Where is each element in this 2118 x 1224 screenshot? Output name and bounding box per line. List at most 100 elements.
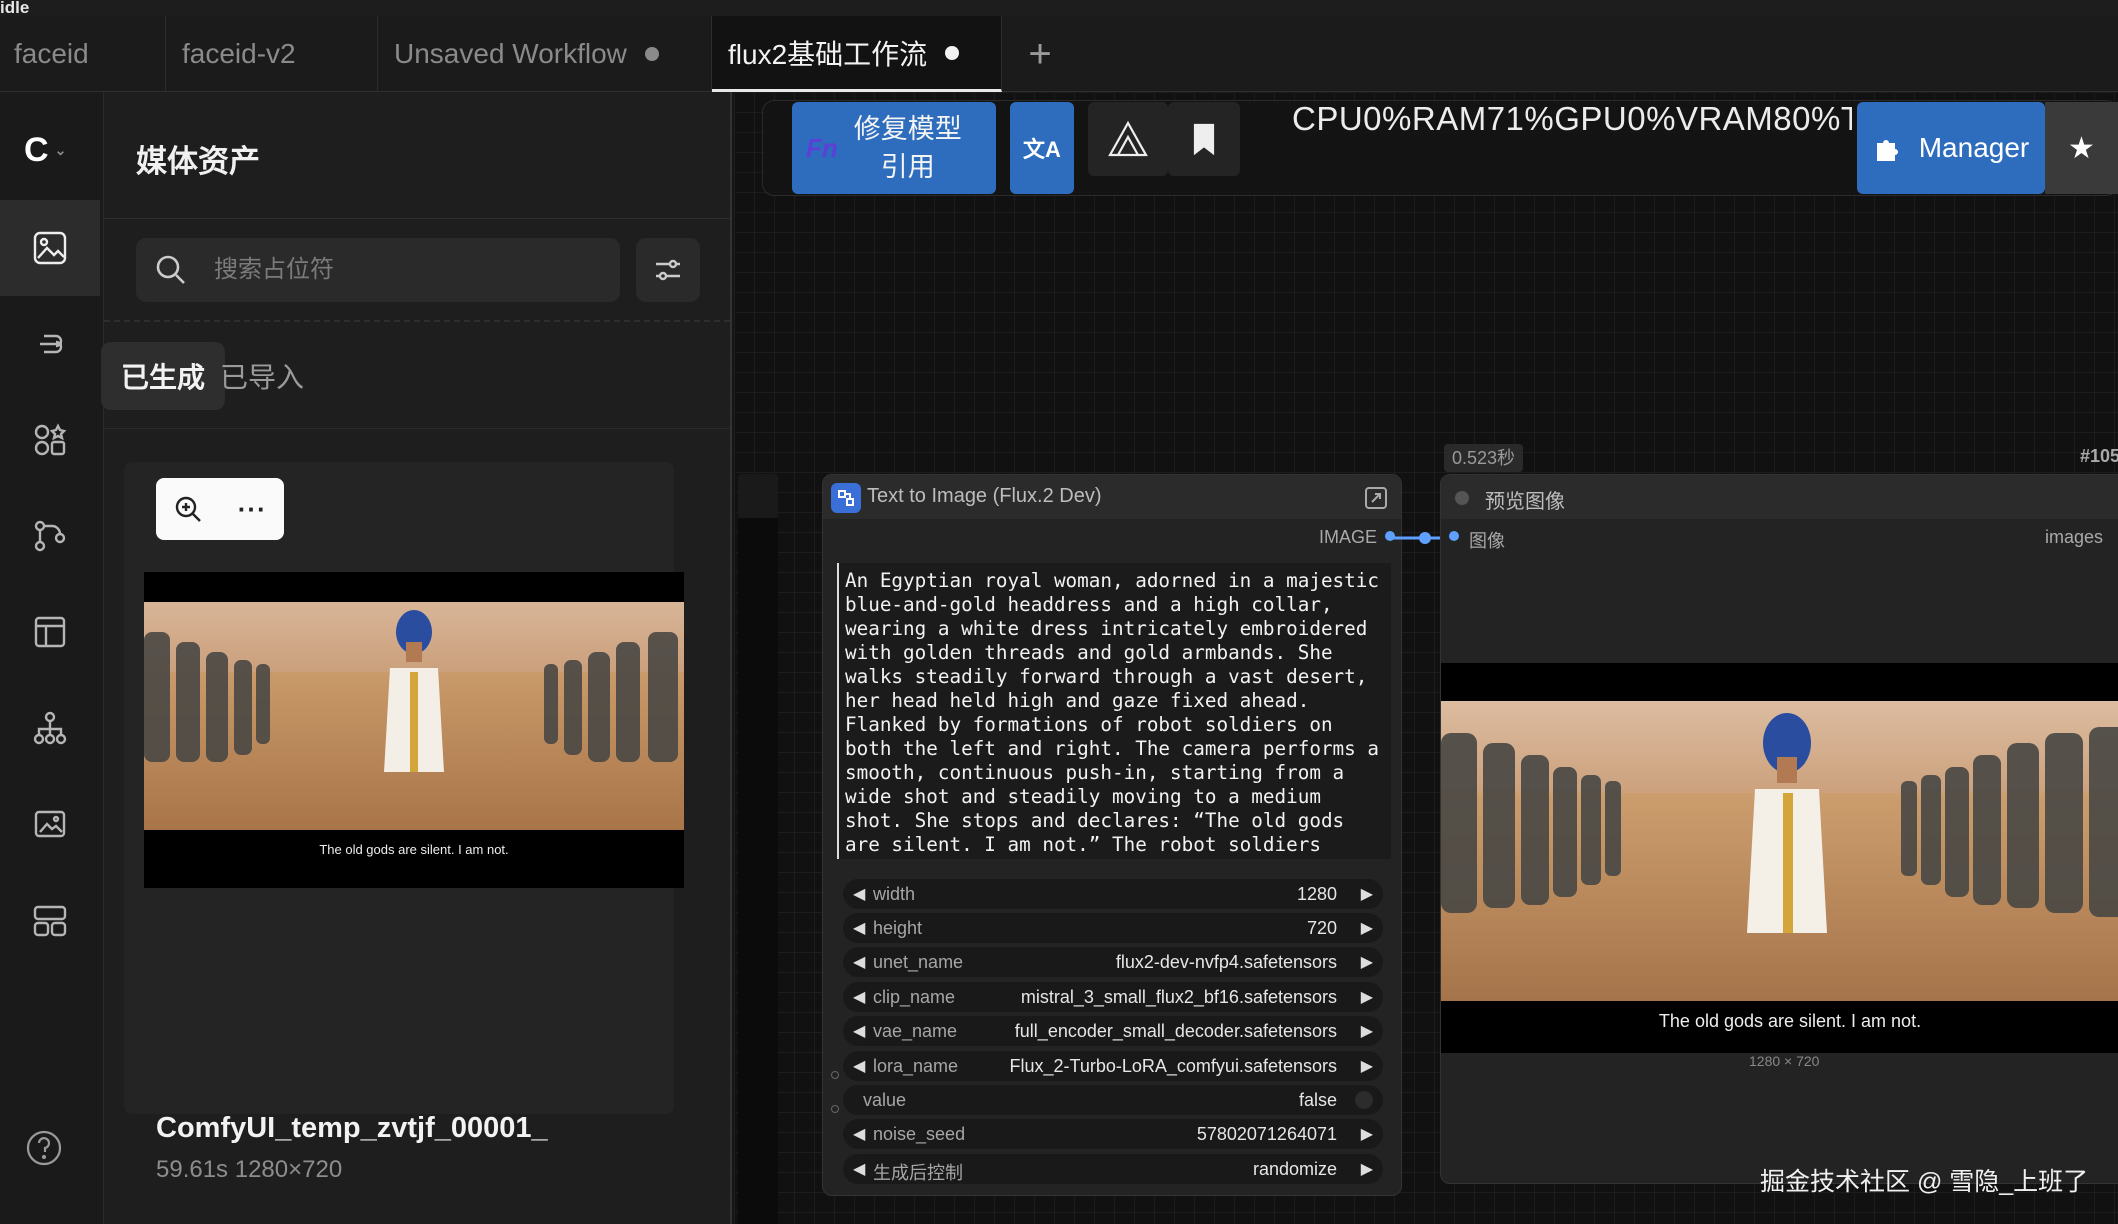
layout-icon [33, 905, 67, 937]
bookmark-button[interactable] [1168, 102, 1240, 176]
repair-model-refs-button[interactable]: Fn 修复模型 引用 [792, 102, 996, 194]
widget-value: flux2-dev-nvfp4.safetensors [1115, 952, 1337, 972]
increment-icon[interactable]: ▶ [1361, 1124, 1373, 1144]
fn-icon: Fn [806, 132, 838, 163]
triangle-tool-button[interactable] [1088, 102, 1168, 176]
sidebar-item-media-assets[interactable] [0, 200, 100, 296]
asset-thumbnail[interactable]: The old gods are silent. I am not. [144, 572, 684, 888]
sidebar-item-templates[interactable] [0, 680, 100, 776]
translate-button[interactable]: 文A [1010, 102, 1074, 194]
favorite-button[interactable]: ★ [2045, 102, 2118, 194]
toggle-switch[interactable] [1355, 1091, 1373, 1109]
repair-label-line1: 修复模型 [853, 114, 962, 144]
resource-monitor: CPU0%RAM71%GPU0%VRAM80%T [1292, 100, 1852, 137]
help-button[interactable] [24, 1128, 64, 1168]
preview-image[interactable]: The old gods are silent. I am not. [1441, 663, 2118, 1053]
sidebar-item-image-gallery[interactable] [0, 776, 100, 872]
input-slot-label: 图像 [1469, 531, 1505, 551]
widget-height[interactable]: ◀ height 720 ▶ [843, 913, 1383, 943]
widget-lora-name[interactable]: ◀ lora_name Flux_2-Turbo-LoRA_comfyui.safe… [843, 1051, 1383, 1081]
filter-button[interactable] [636, 238, 700, 302]
increment-icon[interactable]: ▶ [1361, 884, 1373, 904]
decrement-icon[interactable]: ◀ [853, 918, 865, 938]
image-gallery-icon [34, 810, 66, 838]
widget-name: noise_seed [873, 1124, 966, 1144]
next-icon[interactable]: ▶ [1361, 987, 1373, 1007]
star-icon: ★ [2068, 131, 2095, 165]
decrement-icon[interactable]: ◀ [853, 1124, 865, 1144]
sidebar-item-workflows[interactable] [0, 584, 100, 680]
tab-unsaved-workflow[interactable]: Unsaved Workflow [378, 16, 712, 92]
widget-unet-name[interactable]: ◀ unet_name flux2-dev-nvfp4.safetensors ▶ [843, 947, 1383, 977]
widget-value: false [1298, 1090, 1337, 1110]
tab-label: 已导入 [220, 362, 305, 393]
prev-icon[interactable]: ◀ [853, 952, 865, 972]
sidebar-item-node-library[interactable] [0, 392, 100, 488]
node-title: 预览图像 [1485, 491, 1565, 513]
card-toolbar: ··· [156, 478, 284, 540]
search-box [136, 238, 620, 302]
widget-value: mistral_3_small_flux2_bf16.safetensors [1020, 987, 1337, 1007]
search-input[interactable] [214, 256, 594, 284]
prev-icon[interactable]: ◀ [853, 987, 865, 1007]
input-slot[interactable] [831, 1105, 839, 1113]
repair-label: 修复模型 引用 [838, 110, 978, 186]
next-icon[interactable]: ▶ [1361, 1056, 1373, 1076]
text-to-image-node[interactable]: Text to Image (Flux.2 Dev) IMAGE An Egyp… [822, 474, 1402, 1196]
input-slot[interactable] [831, 1071, 839, 1079]
bookmark-icon [1193, 123, 1215, 156]
widget-control-after-generate[interactable]: ◀ 生成后控制 randomize ▶ [843, 1154, 1383, 1184]
new-tab-button[interactable]: + [1010, 16, 1070, 92]
next-icon[interactable]: ▶ [1361, 1159, 1373, 1179]
next-icon[interactable]: ▶ [1361, 952, 1373, 972]
sidebar-item-model-library[interactable] [0, 488, 100, 584]
widget-name: clip_name [873, 987, 956, 1007]
prompt-textarea[interactable]: An Egyptian royal woman, adorned in a ma… [837, 563, 1391, 859]
more-options-button[interactable]: ··· [238, 494, 267, 525]
preview-caption: The old gods are silent. I am not. [1659, 1011, 1921, 1031]
node-library-icon [34, 423, 67, 456]
media-assets-panel: 媒体资产 已生成 已导入 ··· [101, 92, 732, 1224]
tab-label: faceid [14, 38, 89, 69]
prev-icon[interactable]: ◀ [853, 1056, 865, 1076]
divider [104, 320, 730, 322]
sliders-icon [656, 259, 680, 281]
preview-image-node[interactable]: 预览图像 图像 images The old gods are silent. … [1440, 474, 2118, 1184]
zoom-in-icon[interactable] [173, 494, 203, 524]
puzzle-icon [1876, 140, 1898, 161]
comfy-logo-icon[interactable]: C ⌄ [24, 128, 80, 172]
increment-icon[interactable]: ▶ [1361, 918, 1373, 938]
next-icon[interactable]: ▶ [1361, 1021, 1373, 1041]
status-strip: idle [0, 0, 2118, 17]
unsaved-dot-icon [945, 45, 960, 60]
widget-value: Flux_2-Turbo-LoRA_comfyui.safetensors [1009, 1056, 1337, 1076]
tab-faceid-v2[interactable]: faceid-v2 [166, 16, 378, 92]
asset-filename: ComfyUI_temp_zvtjf_00001_ [156, 1112, 548, 1144]
expand-icon[interactable] [1363, 485, 1389, 511]
tab-label: 已生成 [121, 362, 206, 393]
tab-flux2-workflow[interactable]: flux2基础工作流 [712, 16, 1002, 92]
node-header[interactable]: 预览图像 [1441, 475, 2118, 519]
prev-icon[interactable]: ◀ [853, 1021, 865, 1041]
sidebar-item-layout[interactable] [0, 872, 100, 968]
help-icon [26, 1130, 62, 1166]
widget-noise-seed[interactable]: ◀ noise_seed 57802071264071 ▶ [843, 1119, 1383, 1149]
manager-button[interactable]: Manager [1857, 102, 2045, 194]
tab-faceid[interactable]: faceid [0, 16, 166, 92]
widget-name: width [873, 884, 916, 904]
asset-card[interactable]: ··· The old gods are silent. I am not. C… [124, 462, 684, 1183]
triangle-mountain-icon [1108, 120, 1148, 157]
widget-clip-name[interactable]: ◀ clip_name mistral_3_small_flux2_bf16.saf… [843, 982, 1383, 1012]
tab-label: Unsaved Workflow [394, 38, 627, 69]
partial-node[interactable] [738, 474, 778, 1224]
input-slot[interactable] [1449, 531, 1459, 541]
widget-value-toggle[interactable]: value false [843, 1085, 1383, 1115]
sidebar-item-queue[interactable] [0, 296, 100, 392]
decrement-icon[interactable]: ◀ [853, 884, 865, 904]
partial-node-body [738, 518, 778, 1224]
widget-vae-name[interactable]: ◀ vae_name full_encoder_small_decoder.safe… [843, 1016, 1383, 1046]
node-header[interactable]: Text to Image (Flux.2 Dev) [823, 475, 1401, 519]
widget-width[interactable]: ◀ width 1280 ▶ [843, 879, 1383, 909]
prev-icon[interactable]: ◀ [853, 1159, 865, 1179]
tab-imported[interactable]: 已导入 [200, 342, 324, 410]
